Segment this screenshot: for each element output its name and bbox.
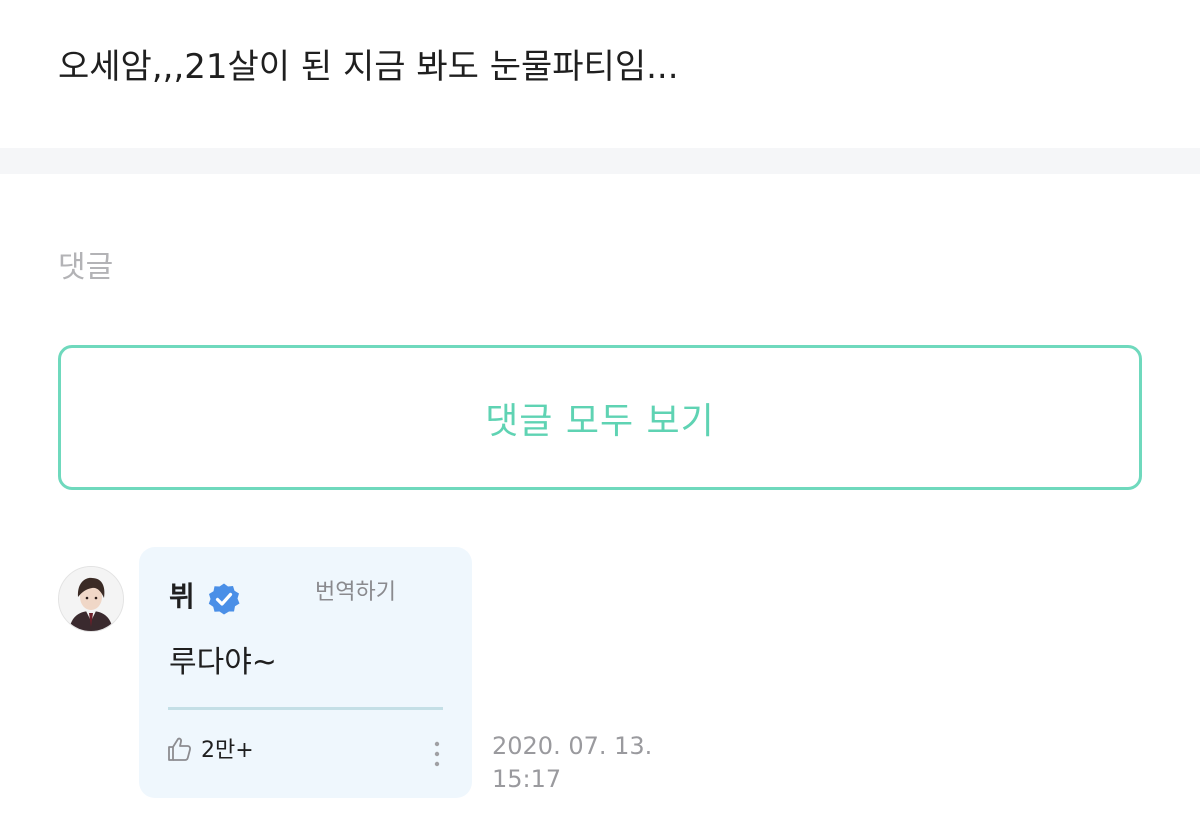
translate-link[interactable]: 번역하기 <box>315 577 396 609</box>
like-button[interactable]: 2만+ <box>165 735 254 767</box>
comment-text: 루다야~ <box>169 645 277 680</box>
comment-time: 15:17 <box>492 765 562 793</box>
vertical-dots-icon[interactable] <box>431 739 443 769</box>
thumbs-up-icon <box>165 735 193 767</box>
comments-section-label: 댓글 <box>58 250 114 285</box>
comment-date: 2020. 07. 13. <box>492 732 653 760</box>
like-count: 2만+ <box>201 738 254 763</box>
comment-author[interactable]: 뷔 <box>169 579 195 615</box>
post-text: 오세암,,,21살이 된 지금 봐도 눈물파티임... <box>58 47 679 87</box>
view-all-comments-label: 댓글 모두 보기 <box>485 400 715 442</box>
verified-badge-icon <box>207 582 241 616</box>
section-divider <box>0 148 1200 174</box>
view-all-comments-button[interactable]: 댓글 모두 보기 <box>58 345 1142 490</box>
avatar[interactable] <box>58 566 124 632</box>
comment-divider <box>168 707 443 710</box>
comment-timestamp: 2020. 07. 13. 15:17 <box>492 730 652 796</box>
avatar-photo <box>59 567 123 631</box>
comment-bubble: 뷔 번역하기 루다야~ 2만+ <box>139 547 472 798</box>
